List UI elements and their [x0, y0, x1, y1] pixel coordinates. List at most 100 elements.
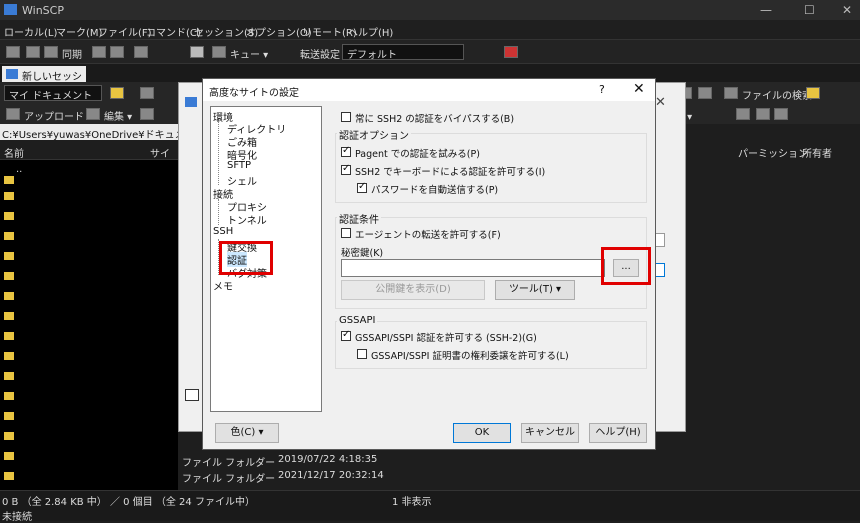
edit-button[interactable]: 編集 ▾ [104, 108, 132, 123]
transfer-profile-icon[interactable] [504, 46, 518, 58]
row-type: ファイル フォルダー [182, 458, 276, 469]
dialog-titlebar: 高度なサイトの設定 ? ✕ [203, 79, 655, 101]
refresh-icon[interactable] [698, 87, 712, 99]
menu-mark[interactable]: マーク(M) [56, 24, 102, 39]
menu-bar: ローカル(L) マーク(M) ファイル(F) コマンド(C) セッション(S) … [0, 20, 860, 40]
gssapi-allow-checkbox[interactable] [341, 329, 351, 341]
color-button[interactable]: 色(C) ▾ [215, 423, 279, 443]
upload-icon[interactable] [6, 108, 20, 120]
tree-item-sftp[interactable]: SFTP [227, 160, 251, 171]
bypass-ssh2-label: 常に SSH2 の認証をバイパスする(B) [355, 114, 515, 125]
folder-icon [4, 272, 14, 280]
row-date: 2021/12/17 20:32:14 [278, 470, 384, 481]
transfer-settings-select[interactable]: デフォルト [342, 44, 464, 61]
parent-dir[interactable]: .. [16, 164, 22, 175]
private-key-input[interactable] [341, 259, 605, 277]
tools-button[interactable]: ツール(T) ▾ [495, 280, 575, 300]
properties-icon[interactable] [736, 108, 750, 120]
monitor-icon [6, 69, 18, 79]
kbd-interactive-checkbox[interactable] [341, 163, 351, 175]
winscp-logo-icon [4, 4, 17, 15]
close-button[interactable]: ✕ [842, 3, 852, 17]
help-button[interactable]: ? [599, 83, 605, 96]
login-close-icon[interactable]: ✕ [655, 95, 666, 110]
menu-file[interactable]: ファイル(F) [98, 24, 152, 39]
folder-icon [4, 412, 14, 420]
help-dialog-button[interactable]: ヘルプ(H) [589, 423, 647, 443]
folder-icon [4, 372, 14, 380]
edit-icon[interactable] [86, 108, 100, 120]
gssapi-delegation-checkbox[interactable] [357, 349, 367, 359]
preferences-gear-icon[interactable] [190, 46, 204, 58]
folder-icon [4, 452, 14, 460]
folder-icon [4, 432, 14, 440]
folder-icon [4, 472, 14, 480]
folder-icon [4, 392, 14, 400]
folder-icon [4, 352, 14, 360]
tree-item-note[interactable]: メモ [213, 278, 233, 293]
advanced-site-settings-dialog: 高度なサイトの設定 ? ✕ 環境 ディレクトリ ごみ箱 暗号化 SFTP シェル… [202, 78, 656, 450]
find-files-icon[interactable] [724, 87, 738, 99]
connection-status-bar: 未接続 [0, 506, 860, 523]
select-icon[interactable] [756, 108, 770, 120]
unselect-icon[interactable] [774, 108, 788, 120]
transfer-icon[interactable] [110, 46, 124, 58]
remote-file-list[interactable] [686, 160, 860, 490]
compare-icon[interactable] [6, 46, 20, 58]
kbd-interactive-label: SSH2 でキーボードによる認証を許可する(I) [355, 167, 546, 178]
minimize-button[interactable]: — [760, 3, 772, 17]
agent-forwarding-checkbox[interactable] [341, 228, 351, 238]
open-folder-icon[interactable] [110, 87, 124, 99]
private-key-label: 秘密鍵(K) [341, 248, 384, 259]
upload-button[interactable]: アップロード ▾ [24, 108, 92, 123]
cancel-button[interactable]: キャンセル [521, 423, 579, 443]
queue-icon[interactable] [212, 46, 226, 58]
sync-label[interactable]: 同期 [62, 46, 82, 61]
folder-icon [4, 192, 14, 200]
monitor-icon [185, 97, 197, 107]
tree-item-ssh[interactable]: SSH [213, 226, 233, 237]
sync-icon[interactable] [44, 46, 58, 58]
menu-help[interactable]: ヘルプ(H) [348, 24, 393, 39]
delete-icon[interactable] [140, 108, 154, 120]
local-file-list[interactable]: .. [0, 160, 178, 490]
auto-password-checkbox[interactable] [357, 181, 367, 193]
ok-button[interactable]: OK [453, 423, 511, 443]
col-name[interactable]: 名前 [4, 145, 24, 160]
menu-local[interactable]: ローカル(L) [4, 24, 57, 39]
maximize-button[interactable]: ☐ [804, 3, 815, 17]
show-public-key-button[interactable]: 公開鍵を表示(D) [341, 280, 485, 300]
pageant-checkbox[interactable] [341, 145, 351, 157]
row-type: ファイル フォルダー [182, 474, 276, 485]
local-path-bar[interactable]: C:¥Users¥yuwas¥OneDrive¥ドキュメント¥ [0, 124, 178, 140]
bookmark-icon[interactable] [806, 87, 820, 99]
tab-new-session[interactable]: 新しいセッション [2, 66, 86, 98]
folder-icon [4, 292, 14, 300]
tree-item-tunnel[interactable]: トンネル [227, 212, 267, 227]
col-owner[interactable]: 所有者 [802, 145, 832, 160]
folder-icon [4, 212, 14, 220]
folder-icon [4, 252, 14, 260]
sync-browse-icon[interactable] [26, 46, 40, 58]
filter-icon[interactable] [140, 87, 154, 99]
dialog-close-button[interactable]: ✕ [633, 81, 645, 97]
col-permissions[interactable]: パーミッション [738, 145, 808, 160]
queue-button[interactable]: キュー ▾ [230, 46, 268, 61]
row-date: 2019/07/22 4:18:35 [278, 454, 378, 465]
window-titlebar: WinSCP — ☐ ✕ [0, 0, 860, 20]
pageant-label: Pagent での認証を試みる(P) [355, 149, 480, 160]
bypass-ssh2-checkbox[interactable] [341, 112, 351, 122]
dialog-title: 高度なサイトの設定 [209, 88, 299, 99]
open-terminal-icon[interactable] [134, 46, 148, 58]
status-bar: 0 B （全 2.84 KB 中） ／ 0 個目 （全 24 ファイル中） 1 … [0, 490, 860, 508]
local-location-select[interactable]: マイ ドキュメント [4, 85, 102, 102]
login-checkbox[interactable] [185, 389, 199, 401]
find-files-button[interactable]: ファイルの検索 [742, 87, 812, 102]
auth-params-title: 認証条件 [337, 211, 381, 226]
folder-icon [4, 312, 14, 320]
transfer-settings-label: 転送設定 [300, 50, 340, 61]
folder-icon [4, 332, 14, 340]
folder-icon [4, 176, 14, 184]
keep-updated-icon[interactable] [92, 46, 106, 58]
menu-command[interactable]: コマンド(C) [146, 24, 201, 39]
